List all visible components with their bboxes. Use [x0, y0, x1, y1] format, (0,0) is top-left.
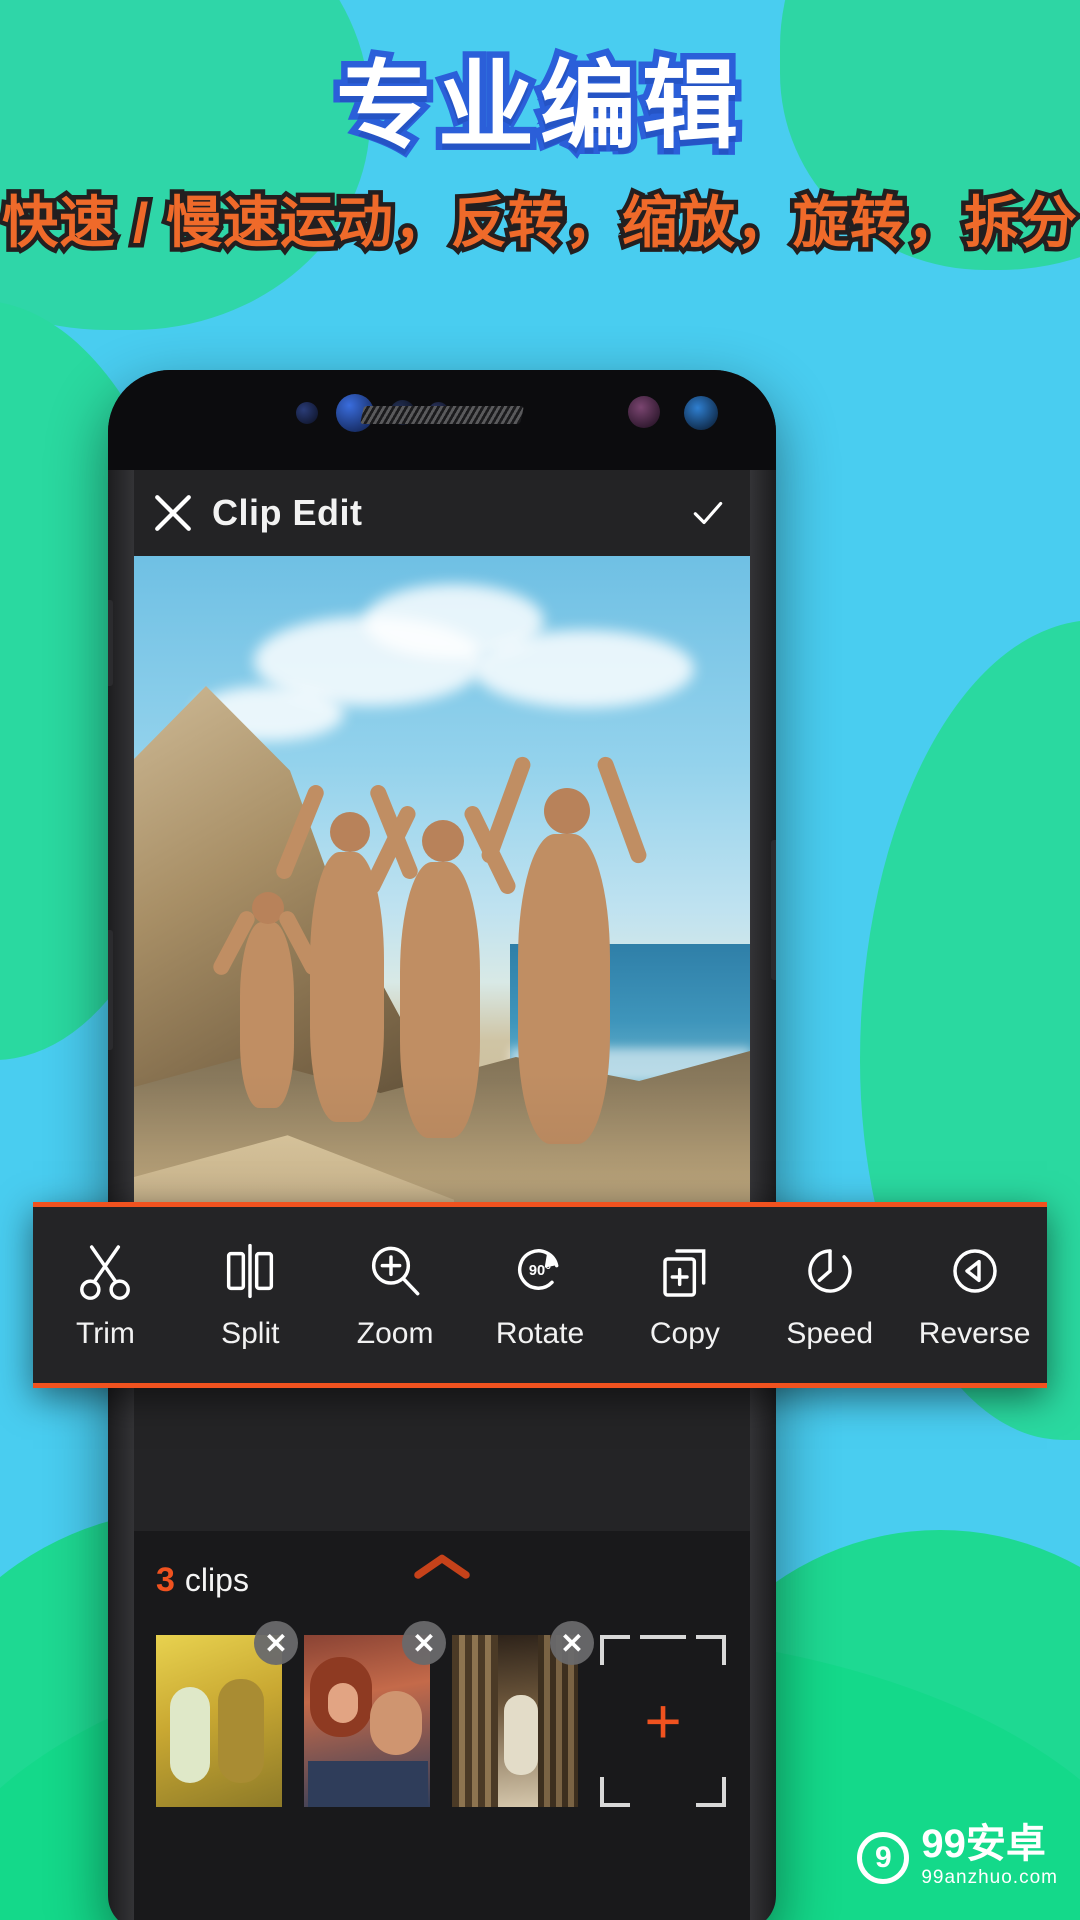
phone-button-right — [771, 840, 776, 980]
promo-subtitle: 快速 / 慢速运动，反转，缩放，旋转，拆分 — [0, 187, 1080, 257]
phone-top-bezel — [108, 370, 776, 470]
tool-label: Copy — [649, 1317, 720, 1350]
promo-subtitle-container: 快速 / 慢速运动，反转，缩放，旋转，拆分 — [0, 187, 1080, 257]
add-clip-button[interactable]: + — [600, 1635, 726, 1807]
copy-plus-icon — [663, 1249, 706, 1297]
check-icon — [693, 501, 723, 525]
clips-header: 3 clips — [134, 1549, 750, 1611]
watermark: 9 99安卓 99anzhuo.com — [857, 1824, 1058, 1893]
tool-copy[interactable]: Copy — [612, 1239, 757, 1351]
rotate-badge-text: 90° — [529, 1263, 551, 1279]
app-screen: Clip Edit 3 clips ✕ ✕ ✕ + — [134, 470, 750, 1920]
tool-label: Trim — [76, 1317, 135, 1350]
split-icon — [227, 1243, 274, 1299]
phone-button-left-upper — [108, 600, 113, 686]
watermark-title: 99安卓 — [921, 1821, 1046, 1866]
clip-item-1[interactable]: ✕ — [156, 1621, 298, 1807]
frame-corner-icon — [696, 1635, 726, 1665]
promo-screenshot: 专业编辑 快速 / 慢速运动，反转，缩放，旋转，拆分 Clip Edit 3 c… — [0, 0, 1080, 1920]
sensor-icon-4 — [628, 396, 660, 428]
frame-corner-icon — [696, 1777, 726, 1807]
clip-item-2[interactable]: ✕ — [304, 1621, 446, 1807]
phone-button-left-lower — [108, 930, 113, 1050]
tool-label: Split — [221, 1317, 280, 1350]
clip-tools-bar: Trim Split Zoom 90° Rotate Copy Speed Re… — [33, 1202, 1047, 1388]
tool-label: Speed — [786, 1317, 874, 1350]
plus-icon: + — [644, 1685, 682, 1757]
speedometer-icon — [808, 1249, 852, 1293]
tool-zoom[interactable]: Zoom — [323, 1239, 468, 1351]
promo-headline-container: 专业编辑 — [0, 46, 1080, 166]
remove-clip-button[interactable]: ✕ — [550, 1621, 594, 1665]
chevron-up-icon — [414, 1554, 470, 1579]
watermark-badge-icon: 9 — [857, 1831, 910, 1884]
reverse-icon — [952, 1249, 997, 1293]
tool-reverse[interactable]: Reverse — [902, 1239, 1047, 1351]
tool-rotate[interactable]: 90° Rotate — [468, 1239, 613, 1351]
preview-vignette — [134, 556, 750, 1291]
clips-label: clips — [184, 1561, 249, 1598]
tool-split[interactable]: Split — [178, 1239, 323, 1351]
clip-item-3[interactable]: ✕ — [452, 1621, 594, 1807]
app-bar: Clip Edit — [134, 470, 750, 556]
sensor-icon-1 — [296, 402, 318, 424]
app-bar-title: Clip Edit — [212, 492, 363, 533]
sensor-icon-5 — [684, 396, 718, 430]
frame-corner-icon — [600, 1635, 630, 1665]
remove-clip-button[interactable]: ✕ — [254, 1621, 298, 1665]
clips-panel: 3 clips ✕ ✕ ✕ + — [134, 1531, 750, 1920]
promo-headline: 专业编辑 — [330, 46, 745, 166]
tool-label: Reverse — [918, 1317, 1031, 1350]
collapse-clips-button[interactable] — [411, 1551, 473, 1586]
watermark-domain: 99anzhuo.com — [921, 1866, 1058, 1888]
confirm-button[interactable] — [666, 494, 750, 532]
watermark-text: 99安卓 99anzhuo.com — [921, 1824, 1058, 1893]
earpiece-speaker-icon — [360, 406, 524, 424]
magnifier-plus-icon — [372, 1246, 420, 1296]
close-icon — [155, 495, 191, 531]
close-button[interactable] — [134, 486, 212, 540]
rotate-90-icon: 90° — [518, 1249, 559, 1290]
clips-thumbnail-row: ✕ ✕ ✕ + — [134, 1611, 750, 1807]
background-blob-top-left — [0, 0, 370, 330]
tool-label: Rotate — [495, 1317, 585, 1350]
remove-clip-button[interactable]: ✕ — [402, 1621, 446, 1665]
video-preview[interactable] — [134, 556, 750, 1291]
tool-speed[interactable]: Speed — [757, 1239, 902, 1351]
tool-label: Zoom — [356, 1317, 434, 1350]
frame-corner-icon — [600, 1777, 630, 1807]
frame-corner-icon — [640, 1635, 686, 1639]
scissors-icon — [80, 1245, 131, 1300]
tool-trim[interactable]: Trim — [33, 1239, 178, 1351]
phone-device-mockup: Clip Edit 3 clips ✕ ✕ ✕ + — [108, 370, 776, 1920]
clips-count: 3 — [156, 1560, 175, 1599]
